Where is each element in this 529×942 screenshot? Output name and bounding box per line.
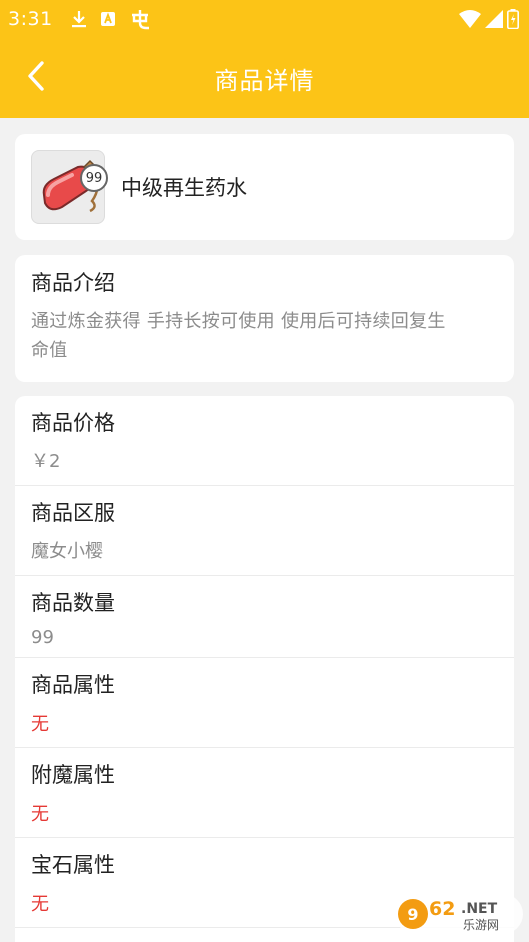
intro-title: 商品介绍 [31, 271, 115, 295]
detail-label: 商品价格 [31, 411, 115, 435]
detail-value: 魔女小樱 [31, 541, 103, 562]
item-card[interactable]: 99 中级再生药水 [15, 134, 514, 240]
detail-value: 99 [31, 627, 54, 648]
status-bar: 3:31 [0, 0, 529, 38]
app-bar: 商品详情 [0, 38, 529, 118]
page-title: 商品详情 [214, 66, 315, 95]
chevron-left-icon [26, 60, 46, 96]
svg-text:9: 9 [407, 905, 418, 924]
detail-row-server: 商品区服 魔女小樱 [15, 486, 514, 576]
cell-signal-icon [485, 10, 503, 28]
detail-row-attributes: 商品属性 无 [15, 658, 514, 748]
wifi-icon [459, 10, 481, 28]
detail-label: 宝石属性 [31, 853, 115, 877]
svg-text:62: 62 [429, 898, 455, 920]
item-icon-frame: 99 [31, 150, 108, 224]
detail-label: 商品区服 [31, 501, 115, 525]
status-right-icons [459, 9, 519, 29]
download-icon [71, 10, 87, 28]
detail-label: 商品属性 [31, 673, 115, 697]
bug-icon [129, 8, 151, 30]
quantity-badge: 99 [80, 164, 108, 192]
detail-row-enchant: 附魔属性 无 [15, 748, 514, 838]
a-icon [100, 12, 115, 26]
detail-value: 无 [31, 714, 49, 735]
detail-label: 商品数量 [31, 591, 115, 615]
intro-line: 命值 [31, 340, 68, 361]
details-card: 商品价格 ￥2 商品区服 魔女小樱 商品数量 99 商品属性 无 附魔属性 无 … [15, 396, 514, 942]
detail-value: ￥2 [31, 451, 61, 472]
item-name: 中级再生药水 [121, 176, 247, 200]
app-screen: 3:31 商品详情 99 中级再生药水 商品介绍 通过炼金获得 手持长按可使用 … [0, 0, 529, 942]
detail-row-quantity: 商品数量 99 [15, 576, 514, 658]
detail-row-price: 商品价格 ￥2 [15, 396, 514, 486]
status-time: 3:31 [8, 8, 53, 30]
intro-line: 通过炼金获得 手持长按可使用 使用后可持续回复生 [31, 311, 446, 332]
intro-description: 通过炼金获得 手持长按可使用 使用后可持续回复生 命值 [31, 307, 498, 365]
watermark-logo: 9 62 .NET 乐游网 [393, 890, 525, 938]
status-left-icons [71, 8, 151, 30]
svg-text:乐游网: 乐游网 [463, 918, 499, 932]
battery-icon [507, 9, 519, 29]
svg-text:.NET: .NET [461, 901, 498, 917]
detail-label: 附魔属性 [31, 763, 115, 787]
intro-card: 商品介绍 通过炼金获得 手持长按可使用 使用后可持续回复生 命值 [15, 255, 514, 382]
detail-value: 无 [31, 804, 49, 825]
detail-value: 无 [31, 894, 49, 915]
back-button[interactable] [14, 56, 58, 100]
